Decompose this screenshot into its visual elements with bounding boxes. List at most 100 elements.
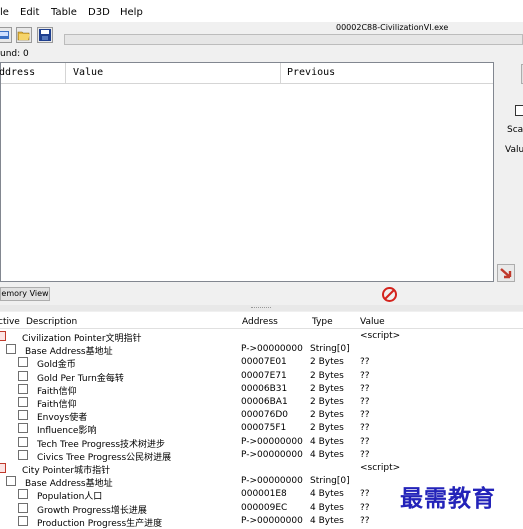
menu-help[interactable]: Help (120, 7, 143, 18)
table-row[interactable]: Production Progress生产进度 P->00000000 4 Byte… (0, 515, 523, 529)
col-type[interactable]: Type (312, 317, 333, 327)
row-type: 2 Bytes (310, 410, 344, 421)
row-description: Tech Tree Progress技术树进步 (37, 439, 166, 450)
hex-checkbox[interactable] (515, 105, 523, 116)
row-description: Faith信仰 (37, 386, 77, 397)
save-icon[interactable] (37, 27, 53, 43)
process-title: 00002C88-CivilizationVI.exe (336, 23, 449, 32)
row-value: ?? (360, 410, 370, 421)
cheat-table-header: ctive Description Address Type Value (0, 312, 523, 329)
row-description: Production Progress生产进度 (37, 518, 163, 529)
active-checkbox[interactable] (18, 370, 28, 381)
row-type: 2 Bytes (310, 357, 344, 368)
row-description: Civics Tree Progress公民树进展 (37, 452, 172, 463)
active-checkbox[interactable] (18, 436, 28, 447)
menu-bar: le Edit Table D3D Help (0, 0, 523, 22)
add-to-list-arrow-icon[interactable] (497, 264, 515, 282)
memory-view-button[interactable]: emory View (0, 287, 50, 301)
table-row[interactable]: Civics Tree Progress公民树进展 P->00000000 4 By… (0, 449, 523, 463)
row-address: 00006B31 (241, 383, 288, 394)
found-count: und: 0 (0, 49, 29, 59)
scan-type-label: Sca (507, 125, 523, 135)
row-value: ?? (360, 502, 370, 513)
active-checkbox[interactable] (18, 357, 28, 368)
row-address: 000075F1 (241, 423, 287, 434)
menu-edit[interactable]: Edit (20, 7, 39, 18)
scan-options-panel: Sca Valu (494, 62, 523, 282)
active-checkbox[interactable] (18, 397, 28, 407)
menu-file[interactable]: le (0, 7, 9, 18)
row-description: Gold Per Turn金每转 (37, 373, 124, 384)
scan-results-list[interactable]: ddress Value Previous (0, 62, 494, 282)
row-description: Population人口 (37, 492, 103, 503)
row-value: ?? (360, 449, 370, 460)
watermark-text: 最需教育 (400, 485, 496, 512)
row-value: <script> (360, 331, 401, 341)
table-row[interactable]: Faith信仰 00006BA1 2 Bytes?? (0, 396, 523, 410)
active-checkbox[interactable] (6, 344, 16, 355)
active-checkbox[interactable] (18, 423, 28, 434)
row-value: <script> (360, 463, 401, 473)
row-address: 00006BA1 (241, 397, 288, 407)
results-header: ddress Value Previous (0, 63, 493, 84)
table-row[interactable]: Influence影响 000075F1 2 Bytes?? (0, 422, 523, 436)
row-description: Envoys使者 (37, 413, 88, 424)
row-address: P->00000000 (241, 344, 303, 355)
table-row[interactable]: Tech Tree Progress技术树进步 P->00000000 4 Byte… (0, 436, 523, 450)
active-checkbox[interactable] (18, 515, 28, 526)
table-row[interactable]: Faith信仰 00006B31 2 Bytes?? (0, 383, 523, 397)
table-row[interactable]: Base Address基地址 P->00000000 String[0] (0, 343, 523, 357)
row-description: Civilization Pointer文明指针 (22, 334, 142, 344)
row-description: Base Address基地址 (25, 479, 113, 490)
col-value[interactable]: Value (73, 67, 103, 78)
row-type: 4 Bytes (310, 489, 344, 500)
table-row[interactable]: Envoys使者 000076D0 2 Bytes?? (0, 409, 523, 424)
row-address: P->00000000 (241, 515, 303, 526)
active-checkbox[interactable] (18, 489, 28, 500)
open-file-icon[interactable] (16, 27, 32, 43)
menu-d3d[interactable]: D3D (88, 7, 110, 18)
table-row[interactable]: Gold金币 00007E01 2 Bytes?? (0, 356, 523, 370)
value-type-label: Valu (505, 145, 523, 155)
active-checkbox[interactable] (0, 331, 6, 341)
table-row[interactable]: Gold Per Turn金每转 00007E71 2 Bytes?? (0, 370, 523, 384)
col-divider (280, 63, 281, 83)
active-checkbox[interactable] (6, 476, 16, 487)
panel-splitter[interactable] (0, 305, 523, 311)
menu-table[interactable]: Table (51, 7, 77, 18)
row-type: 4 Bytes (310, 502, 344, 513)
row-address: P->00000000 (241, 476, 303, 487)
row-type: 4 Bytes (310, 515, 344, 526)
open-process-icon[interactable] (0, 27, 12, 43)
active-checkbox[interactable] (18, 502, 28, 513)
row-type: 2 Bytes (310, 423, 344, 434)
splitter-grip (251, 307, 271, 310)
table-row[interactable]: City Pointer城市指针 <script> (0, 462, 523, 476)
row-address: 00007E71 (241, 370, 287, 381)
col-address[interactable]: Address (242, 317, 278, 327)
scan-progress-bar (64, 34, 523, 45)
col-active[interactable]: ctive (0, 317, 20, 327)
clear-list-icon[interactable] (381, 286, 398, 303)
row-address: 00007E01 (241, 357, 287, 368)
row-value: ?? (360, 357, 370, 368)
row-address: 000076D0 (241, 410, 289, 421)
col-address[interactable]: ddress (0, 67, 35, 78)
row-value: ?? (360, 397, 370, 407)
row-address: P->00000000 (241, 436, 303, 447)
row-address: 000009EC (241, 502, 288, 513)
row-description: Faith信仰 (37, 400, 77, 410)
active-checkbox[interactable] (18, 383, 28, 394)
row-value: ?? (360, 436, 370, 447)
active-checkbox[interactable] (18, 449, 28, 460)
row-type: 2 Bytes (310, 370, 344, 381)
row-description: City Pointer城市指针 (22, 466, 111, 476)
col-previous[interactable]: Previous (287, 67, 335, 78)
col-value[interactable]: Value (360, 317, 385, 327)
table-row[interactable]: Civilization Pointer文明指针 <script> (0, 330, 523, 344)
row-type: 2 Bytes (310, 383, 344, 394)
col-description[interactable]: Description (26, 317, 77, 327)
row-description: Growth Progress增长进展 (37, 505, 147, 516)
active-checkbox[interactable] (0, 463, 6, 473)
active-checkbox[interactable] (18, 410, 28, 421)
